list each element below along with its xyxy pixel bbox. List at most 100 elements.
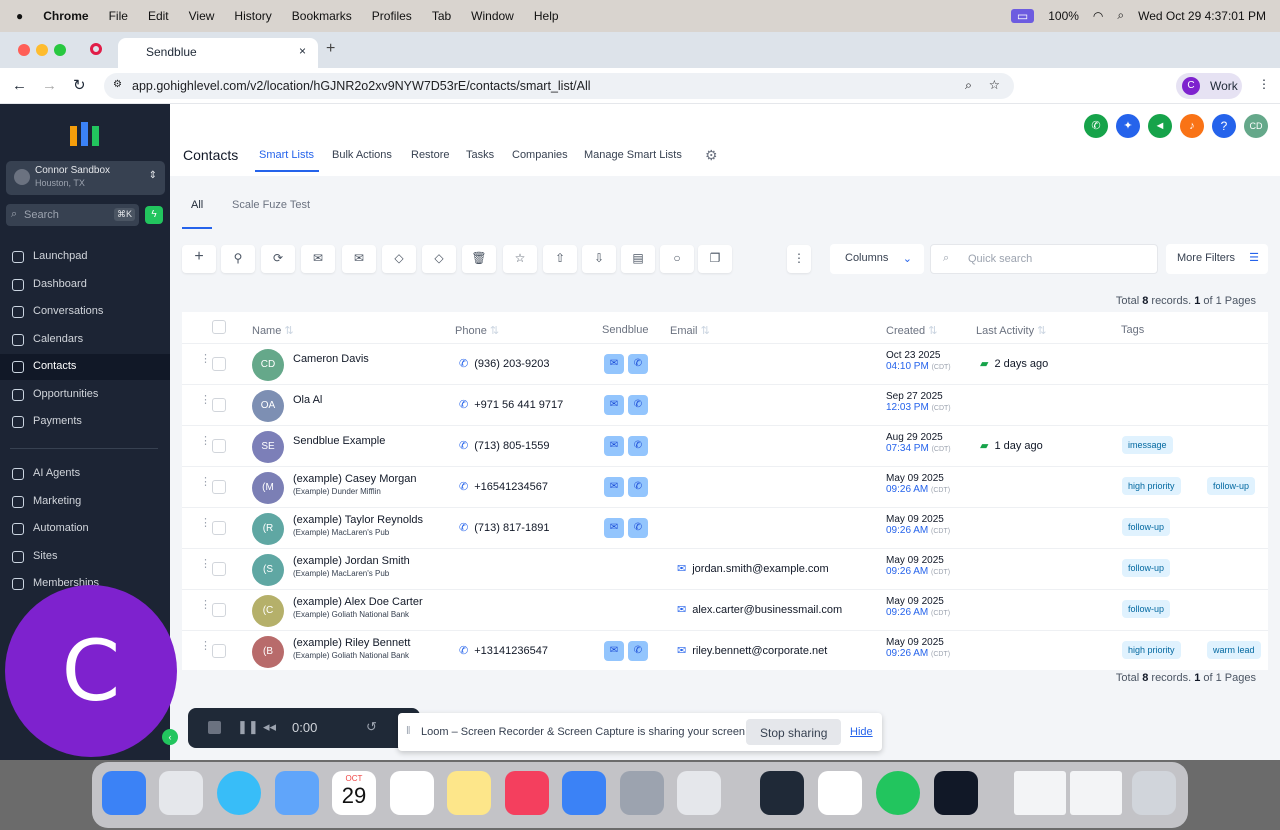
menu-tab[interactable]: Tab bbox=[432, 9, 451, 23]
header-phone[interactable]: Phone ⇅ bbox=[455, 324, 499, 337]
sparkle-quick-button[interactable]: ✦ bbox=[1116, 114, 1140, 138]
loom-camera-bubble[interactable]: C bbox=[5, 585, 177, 757]
row-menu-icon[interactable]: ⋮ bbox=[200, 395, 211, 412]
tag-badge[interactable]: warm lead bbox=[1207, 641, 1261, 659]
sidebar-item-ai-agents[interactable]: AI Agents bbox=[0, 461, 170, 487]
kapture-icon[interactable] bbox=[760, 771, 804, 815]
add-contact-button[interactable]: + bbox=[182, 245, 216, 273]
contact-name[interactable]: Sendblue Example bbox=[293, 435, 385, 447]
menu-profiles[interactable]: Profiles bbox=[372, 9, 412, 23]
sidebar-search[interactable]: ⌕ Search ⌘K bbox=[6, 204, 139, 226]
header-created[interactable]: Created ⇅ bbox=[886, 324, 937, 337]
row-menu-icon[interactable]: ⋮ bbox=[200, 518, 211, 535]
menu-help[interactable]: Help bbox=[534, 9, 559, 23]
merge-icon[interactable]: ❐ bbox=[698, 245, 732, 273]
sendblue-message-icon[interactable]: ✉ bbox=[604, 477, 624, 497]
slack-icon[interactable] bbox=[818, 771, 862, 815]
finder-icon[interactable] bbox=[102, 771, 146, 815]
sidebar-item-dashboard[interactable]: Dashboard bbox=[0, 272, 170, 298]
menu-app-name[interactable]: Chrome bbox=[43, 9, 88, 23]
safari-icon[interactable] bbox=[217, 771, 261, 815]
contact-name[interactable]: Cameron Davis bbox=[293, 353, 369, 365]
row-checkbox[interactable] bbox=[212, 644, 226, 658]
tab-tasks[interactable]: Tasks bbox=[466, 149, 494, 161]
contact-name[interactable]: (example) Taylor Reynolds bbox=[293, 514, 423, 526]
hide-sharing-link[interactable]: Hide bbox=[850, 726, 873, 738]
remove-tag-icon[interactable]: ◇ bbox=[422, 245, 456, 273]
smart-list-tab-scale-fuze[interactable]: Scale Fuze Test bbox=[232, 199, 310, 211]
add-tag-icon[interactable]: ◇ bbox=[382, 245, 416, 273]
tab-companies[interactable]: Companies bbox=[512, 149, 568, 161]
stop-sharing-button[interactable]: Stop sharing bbox=[746, 719, 842, 745]
browser-tab-sendblue[interactable]: Sendblue × bbox=[118, 38, 318, 68]
chrome-icon[interactable] bbox=[876, 771, 920, 815]
menu-edit[interactable]: Edit bbox=[148, 9, 169, 23]
menu-file[interactable]: File bbox=[109, 9, 128, 23]
sendblue-message-icon[interactable]: ✉ bbox=[604, 436, 624, 456]
phone-quick-button[interactable]: ✆ bbox=[1084, 114, 1108, 138]
settings-gear-icon[interactable]: ⚙ bbox=[705, 147, 718, 164]
menu-history[interactable]: History bbox=[234, 9, 271, 23]
tab-bulk-actions[interactable]: Bulk Actions bbox=[332, 149, 392, 161]
tag-badge[interactable]: follow-up bbox=[1122, 559, 1171, 577]
tag-badge[interactable]: imessage bbox=[1122, 436, 1173, 454]
notifications-bell-button[interactable]: ♪ bbox=[1180, 114, 1204, 138]
whatsapp-icon[interactable]: ○ bbox=[660, 245, 694, 273]
row-checkbox[interactable] bbox=[212, 357, 226, 371]
contact-phone[interactable]: ✆ (936) 203-9203 bbox=[459, 357, 549, 370]
row-menu-icon[interactable]: ⋮ bbox=[200, 559, 211, 576]
zoom-window-button[interactable] bbox=[54, 44, 66, 56]
table-row[interactable]: ⋮ SE Sendblue Example ✆ (713) 805-1559 ✉ ✆ Aug … bbox=[182, 425, 1268, 466]
terminal-icon[interactable] bbox=[934, 771, 978, 815]
row-checkbox[interactable] bbox=[212, 398, 226, 412]
menu-bookmarks[interactable]: Bookmarks bbox=[292, 9, 352, 23]
table-row[interactable]: ⋮ (S (example) Jordan Smith (Example) MacLa… bbox=[182, 548, 1268, 589]
site-info-icon[interactable]: ⚙ bbox=[113, 79, 122, 90]
sidebar-item-conversations[interactable]: Conversations bbox=[0, 299, 170, 325]
sidebar-item-payments[interactable]: Payments bbox=[0, 409, 170, 435]
workflow-icon[interactable]: ⟳ bbox=[261, 245, 295, 273]
close-tab-icon[interactable]: × bbox=[299, 44, 306, 58]
sidebar-item-sites[interactable]: Sites bbox=[0, 544, 170, 570]
contact-email[interactable]: ✉ riley.bennett@corporate.net bbox=[677, 644, 827, 657]
row-checkbox[interactable] bbox=[212, 521, 226, 535]
minimize-window-button[interactable] bbox=[36, 44, 48, 56]
new-tab-button[interactable]: + bbox=[326, 40, 335, 58]
contact-name[interactable]: Ola Al bbox=[293, 394, 322, 406]
import-icon[interactable]: ⇩ bbox=[582, 245, 616, 273]
drag-handle-icon[interactable]: ‖ bbox=[406, 725, 411, 737]
pause-icon[interactable]: ❚❚ bbox=[237, 719, 259, 735]
reminders-icon[interactable] bbox=[390, 771, 434, 815]
screen-mirroring-icon[interactable]: ▭ bbox=[1010, 8, 1035, 23]
user-avatar[interactable]: CD bbox=[1244, 114, 1268, 138]
announcement-button[interactable]: ◄ bbox=[1148, 114, 1172, 138]
contact-name[interactable]: (example) Riley Bennett bbox=[293, 637, 410, 649]
recent-window-icon[interactable] bbox=[1014, 771, 1066, 815]
apple-icon[interactable]: ● bbox=[16, 9, 23, 23]
help-button[interactable]: ? bbox=[1212, 114, 1236, 138]
sendblue-call-icon[interactable]: ✆ bbox=[628, 518, 648, 538]
row-menu-icon[interactable]: ⋮ bbox=[200, 641, 211, 658]
tab-restore[interactable]: Restore bbox=[411, 149, 450, 161]
columns-dropdown[interactable]: Columns ⌄ bbox=[830, 244, 924, 274]
back-icon[interactable]: ← bbox=[12, 77, 27, 94]
wifi-icon[interactable]: ◠ bbox=[1093, 9, 1103, 23]
mail-icon[interactable] bbox=[275, 771, 319, 815]
trash-icon[interactable] bbox=[1132, 771, 1176, 815]
stop-recording-icon[interactable] bbox=[208, 721, 221, 734]
tag-badge[interactable]: follow-up bbox=[1122, 518, 1171, 536]
contact-phone[interactable]: ✆ (713) 805-1559 bbox=[459, 439, 549, 452]
header-last-activity[interactable]: Last Activity ⇅ bbox=[976, 324, 1046, 337]
sendblue-call-icon[interactable]: ✆ bbox=[628, 436, 648, 456]
sendblue-message-icon[interactable]: ✉ bbox=[604, 518, 624, 538]
forward-icon[interactable]: → bbox=[42, 77, 57, 94]
table-row[interactable]: ⋮ CD Cameron Davis ✆ (936) 203-9203 ✉ ✆ Oct 23 … bbox=[182, 343, 1268, 384]
row-checkbox[interactable] bbox=[212, 603, 226, 617]
tag-badge[interactable]: high priority bbox=[1122, 477, 1181, 495]
sidebar-item-marketing[interactable]: Marketing bbox=[0, 489, 170, 515]
review-star-icon[interactable]: ☆ bbox=[503, 245, 537, 273]
tag-badge[interactable]: high priority bbox=[1122, 641, 1181, 659]
close-window-button[interactable] bbox=[18, 44, 30, 56]
contact-name[interactable]: (example) Jordan Smith bbox=[293, 555, 410, 567]
select-all-checkbox[interactable] bbox=[212, 320, 226, 334]
